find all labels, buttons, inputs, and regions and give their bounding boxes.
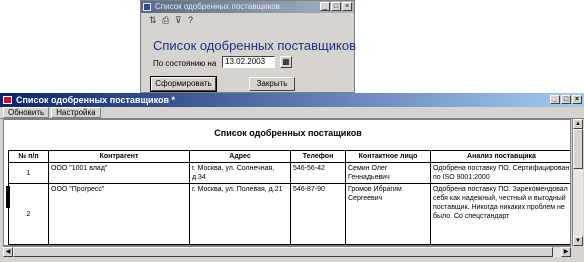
row-number: 1 bbox=[8, 162, 49, 184]
dialog-toolbar: ⇅ ⎙ ⊽ ? bbox=[141, 13, 354, 30]
menu-bar: Обновить Настройка bbox=[0, 107, 584, 119]
report-titlebar[interactable]: Список одобренных поставщиков * _ □ × bbox=[0, 93, 584, 107]
dialog-window-title: Список одобренных поставщиков bbox=[155, 2, 280, 11]
minimize-button[interactable]: _ bbox=[320, 2, 330, 11]
column-header: Контрагент bbox=[48, 150, 190, 163]
app-icon bbox=[143, 3, 151, 11]
table-header-row: № п/п Контрагент Адрес Телефон Контактно… bbox=[8, 150, 570, 163]
sort-icon[interactable]: ⇅ bbox=[149, 16, 158, 25]
dialog-heading: Список одобренных поставщиков bbox=[153, 38, 356, 53]
close-button[interactable]: × bbox=[572, 95, 582, 104]
vertical-scrollbar[interactable]: ▲ ▼ bbox=[572, 119, 583, 246]
close-dialog-button[interactable]: Закрыть bbox=[249, 77, 295, 91]
column-header: Контактное лицо bbox=[345, 150, 431, 163]
analysis-cell: Одобрена поставку ПО. Зарекомендовал себ… bbox=[430, 183, 570, 245]
minimize-button[interactable]: _ bbox=[550, 95, 560, 104]
phone-cell: 546-56-42 bbox=[290, 162, 346, 184]
help-icon[interactable]: ? bbox=[188, 16, 197, 25]
date-label: По состоянию на bbox=[153, 59, 217, 68]
column-header: № п/п bbox=[8, 150, 49, 163]
vertical-scroll-thumb[interactable] bbox=[573, 129, 583, 169]
report-window: Список одобренных поставщиков * _ □ × Об… bbox=[0, 93, 584, 262]
menu-settings[interactable]: Настройка bbox=[51, 107, 101, 118]
form-report-button[interactable]: Сформировать bbox=[150, 76, 217, 92]
filter-icon[interactable]: ⊽ bbox=[175, 16, 184, 25]
suppliers-table: № п/п Контрагент Адрес Телефон Контактно… bbox=[8, 150, 570, 245]
horizontal-scrollbar[interactable]: ◀ ▶ bbox=[3, 246, 571, 257]
column-header: Телефон bbox=[290, 150, 346, 163]
maximize-button[interactable]: □ bbox=[331, 2, 341, 11]
print-icon[interactable]: ⎙ bbox=[162, 16, 171, 25]
report-window-title: Список одобренных поставщиков * bbox=[16, 95, 176, 105]
close-button[interactable]: × bbox=[342, 2, 352, 11]
table-row[interactable]: 2 ООО "Прогресс" г. Москва, ул. Полевая,… bbox=[8, 183, 570, 245]
contact-cell: Громов Ибрагим Сергеевич bbox=[345, 183, 431, 245]
address-cell: г. Москва, ул. Полевая, д.21 bbox=[189, 183, 291, 245]
scroll-down-icon[interactable]: ▼ bbox=[573, 236, 583, 246]
scroll-right-icon[interactable]: ▶ bbox=[561, 247, 571, 257]
column-header: Анализ поставщика bbox=[430, 150, 570, 163]
row-number: 2 bbox=[8, 183, 49, 245]
contractor-cell: ООО "Прогресс" bbox=[48, 183, 190, 245]
column-header: Адрес bbox=[189, 150, 291, 163]
phone-cell: 546-87-90 bbox=[290, 183, 346, 245]
report-area: Список одобренных постащиков № п/п Контр… bbox=[3, 119, 571, 246]
report-title: Список одобренных постащиков bbox=[214, 128, 362, 138]
report-params-dialog: Список одобренных поставщиков _ □ × ⇅ ⎙ … bbox=[140, 0, 356, 93]
date-input[interactable]: 13.02.2003 bbox=[222, 56, 275, 68]
address-cell: г. Москва, ул. Солнечная, д.34 bbox=[189, 162, 291, 184]
row-selection-marker bbox=[6, 186, 10, 208]
scroll-up-icon[interactable]: ▲ bbox=[573, 119, 583, 129]
maximize-button[interactable]: □ bbox=[561, 95, 571, 104]
calendar-icon[interactable]: ▦ bbox=[280, 56, 292, 68]
scroll-left-icon[interactable]: ◀ bbox=[3, 247, 13, 257]
analysis-cell: Одобрена поставку ПО. Сертифицирован по … bbox=[430, 162, 570, 184]
contractor-cell: ООО "1001 влад" bbox=[48, 162, 190, 184]
table-row[interactable]: 1 ООО "1001 влад" г. Москва, ул. Солнечн… bbox=[8, 162, 570, 184]
dialog-titlebar[interactable]: Список одобренных поставщиков _ □ × bbox=[141, 1, 354, 13]
contact-cell: Семин Олег Геннадьевич bbox=[345, 162, 431, 184]
horizontal-scroll-thumb[interactable] bbox=[13, 247, 553, 257]
app-icon bbox=[3, 96, 12, 104]
menu-refresh[interactable]: Обновить bbox=[3, 107, 50, 118]
